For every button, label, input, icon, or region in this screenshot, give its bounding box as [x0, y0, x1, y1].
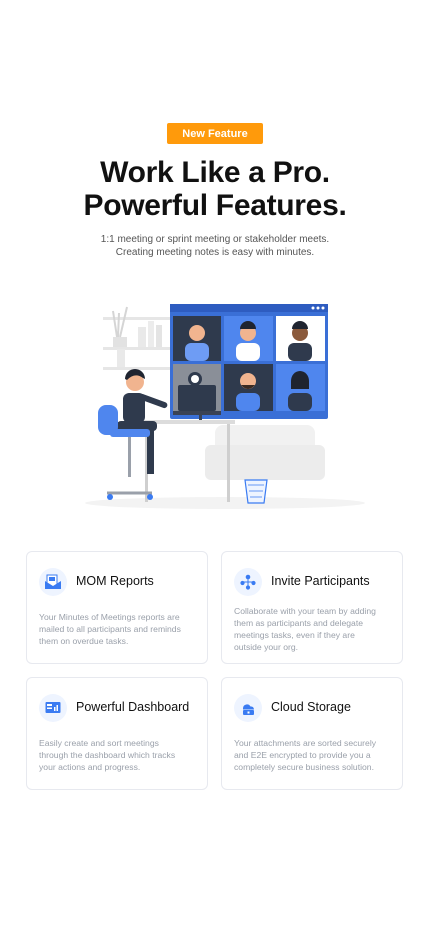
desc-line: completely secure business solution. [234, 762, 374, 772]
new-feature-badge: New Feature [167, 123, 263, 144]
dashboard-icon [39, 694, 67, 722]
title-line-2: Powerful Features. [83, 189, 347, 222]
people-network-icon [234, 568, 262, 596]
page-title: Work Like a Pro. Powerful Features. [0, 156, 430, 222]
page-subtitle: 1:1 meeting or sprint meeting or stakeho… [0, 233, 430, 259]
desc-line: them on overdue tasks. [39, 636, 129, 646]
feature-card-cloud-storage[interactable]: Cloud Storage Your attachments are sorte… [221, 677, 403, 790]
desc-line: Easily create and sort meetings [39, 738, 159, 748]
desc-line: outside your org. [234, 642, 299, 652]
feature-description: Your attachments are sorted securely and… [234, 737, 394, 773]
feature-title: Invite Participants [271, 574, 370, 588]
feature-title: Powerful Dashboard [76, 700, 190, 714]
subtitle-line-2: Creating meeting notes is easy with minu… [115, 247, 315, 258]
feature-description: Easily create and sort meetings through … [39, 737, 199, 773]
desc-line: and E2E encrypted to provide you a [234, 750, 371, 760]
desc-line: through the dashboard which tracks [39, 750, 176, 760]
desc-line: Your Minutes of Meetings reports are [39, 612, 180, 622]
cloud-storage-icon [234, 694, 262, 722]
feature-card-powerful-dashboard[interactable]: Powerful Dashboard Easily create and sor… [26, 677, 208, 790]
desc-line: mailed to all participants and reminds [39, 624, 181, 634]
desc-line: Collaborate with your team by adding [234, 606, 376, 616]
title-line-1: Work Like a Pro. [100, 156, 330, 189]
desc-line: your actions and progress. [39, 762, 141, 772]
desc-line: them as participants and delegate [234, 618, 363, 628]
desc-line: Your attachments are sorted securely [234, 738, 377, 748]
mail-report-icon [39, 568, 67, 596]
feature-title: Cloud Storage [271, 700, 351, 714]
desc-line: meetings tasks, even if they are [234, 630, 355, 640]
subtitle-line-1: 1:1 meeting or sprint meeting or stakeho… [100, 234, 330, 245]
feature-title: MOM Reports [76, 574, 154, 588]
feature-card-invite-participants[interactable]: Invite Participants Collaborate with you… [221, 551, 403, 664]
feature-description: Collaborate with your team by adding the… [234, 605, 394, 653]
feature-description: Your Minutes of Meetings reports are mai… [39, 611, 199, 647]
feature-card-mom-reports[interactable]: MOM Reports Your Minutes of Meetings rep… [26, 551, 208, 664]
video-meeting-illustration [85, 304, 365, 509]
